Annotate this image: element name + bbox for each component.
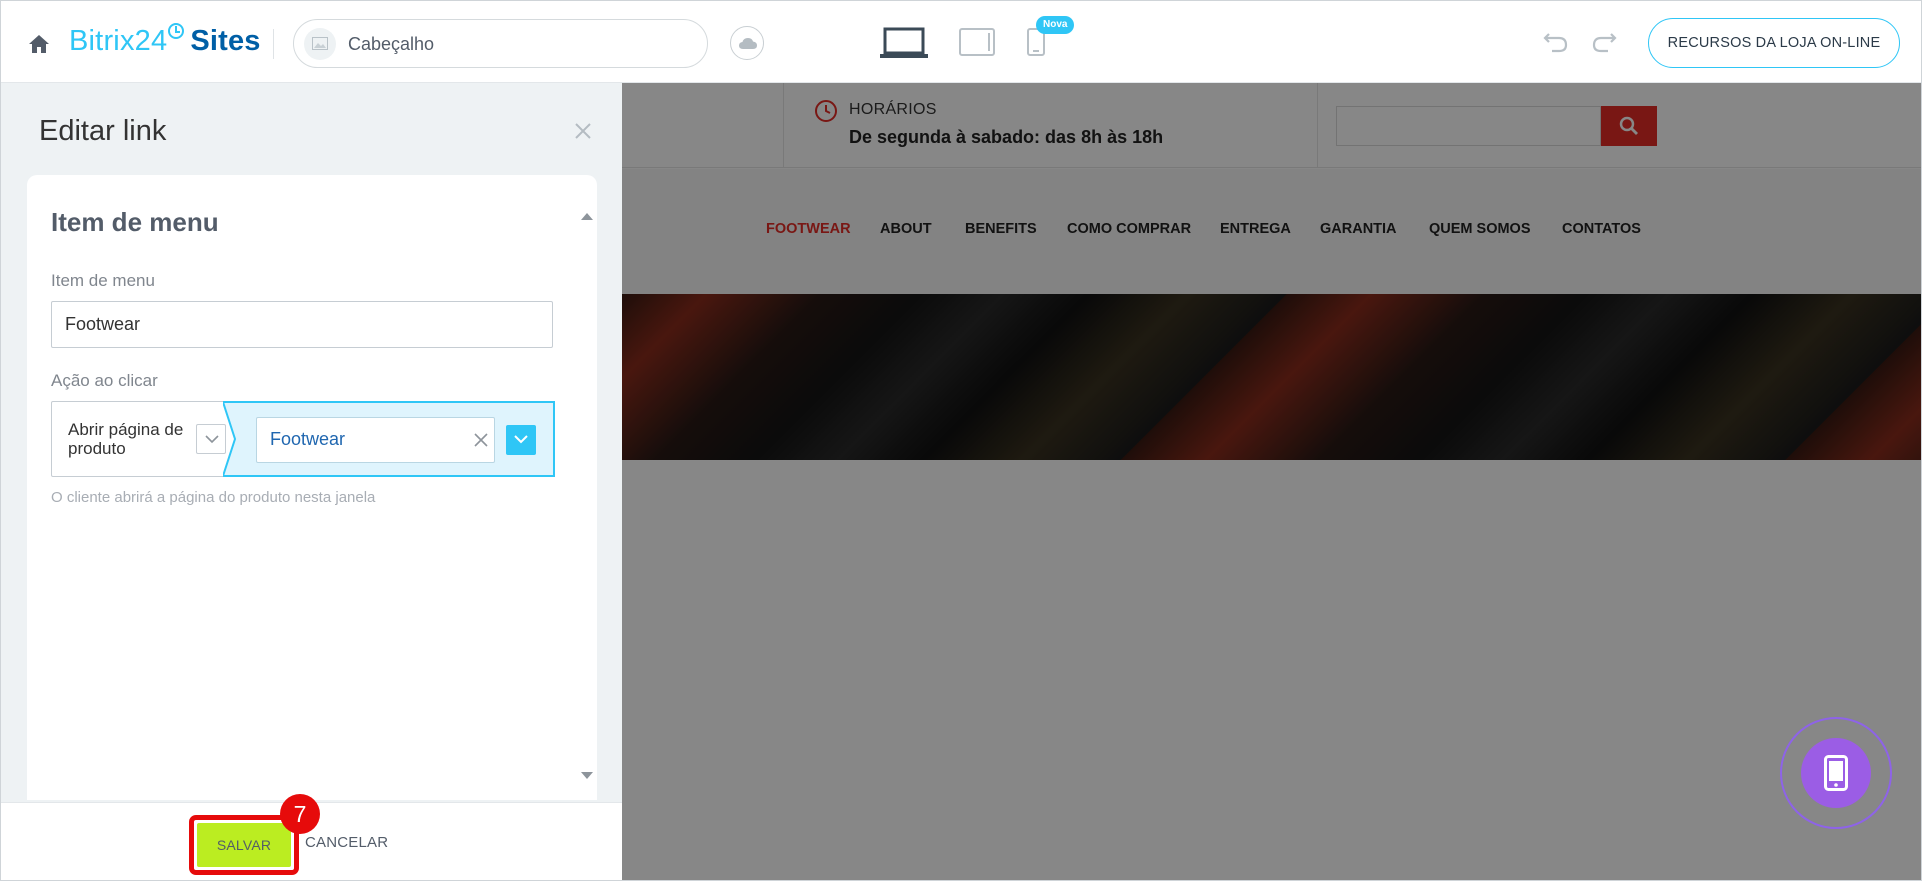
scroll-down-icon[interactable] <box>580 771 594 781</box>
divider <box>273 29 274 59</box>
action-type-value[interactable]: Abrir página de produto <box>68 420 193 458</box>
block-selector[interactable]: Cabeçalho <box>293 19 708 68</box>
brand-clock-icon <box>168 23 185 39</box>
store-resources-button[interactable]: RECURSOS DA LOJA ON-LINE <box>1648 18 1900 68</box>
action-selector: Abrir página de produto Footwear <box>51 401 555 477</box>
block-selector-label: Cabeçalho <box>348 34 435 54</box>
action-type-dropdown[interactable] <box>196 424 226 454</box>
action-target-input[interactable]: Footwear <box>256 417 495 463</box>
menu-item-card: Item de menu Item de menu Ação ao clicar… <box>27 175 597 800</box>
image-icon <box>312 37 328 50</box>
action-hint: O cliente abrirá a página do produto nes… <box>51 489 376 506</box>
redo-icon[interactable] <box>1591 31 1617 53</box>
close-icon[interactable] <box>573 121 593 141</box>
top-bar: Bitrix24 Sites Cabeçalho Nova RECURSOS D… <box>1 1 1921 83</box>
preview-overlay[interactable] <box>622 83 1921 880</box>
phone-icon <box>1824 755 1848 791</box>
action-field-label: Ação ao clicar <box>51 371 158 390</box>
new-badge: Nova <box>1036 16 1075 34</box>
mobile-preview-button[interactable] <box>1801 738 1871 808</box>
brand-name: Bitrix24 <box>69 25 168 57</box>
brand-product: Sites <box>190 25 261 57</box>
tablet-icon[interactable] <box>959 28 995 56</box>
block-thumbnail <box>304 28 336 60</box>
panel-footer: SALVAR 7 CANCELAR <box>1 794 622 880</box>
target-notch <box>223 401 237 477</box>
brand-logo[interactable]: Bitrix24 Sites <box>69 23 261 58</box>
panel-title: Editar link <box>39 115 167 147</box>
clear-icon[interactable] <box>473 432 489 448</box>
undo-icon[interactable] <box>1543 31 1569 53</box>
chevron-down-icon <box>205 435 219 444</box>
action-target-dropdown[interactable] <box>506 425 536 455</box>
chevron-down-icon <box>514 435 528 444</box>
cancel-button[interactable]: CANCELAR <box>305 834 388 851</box>
app-window: Bitrix24 Sites Cabeçalho Nova RECURSOS D… <box>0 0 1922 881</box>
step-badge: 7 <box>280 794 320 834</box>
scroll-up-icon[interactable] <box>580 211 594 221</box>
action-target-box: Footwear <box>223 401 555 477</box>
card-title: Item de menu <box>51 207 219 237</box>
cloud-icon[interactable] <box>730 26 764 60</box>
edit-link-panel: Editar link Item de menu Item de menu Aç… <box>1 83 622 880</box>
home-icon[interactable] <box>28 34 50 54</box>
menu-item-input[interactable] <box>51 301 553 348</box>
desktop-icon[interactable] <box>880 27 928 59</box>
menu-item-field-label: Item de menu <box>51 271 155 290</box>
action-target-value: Footwear <box>270 429 346 449</box>
